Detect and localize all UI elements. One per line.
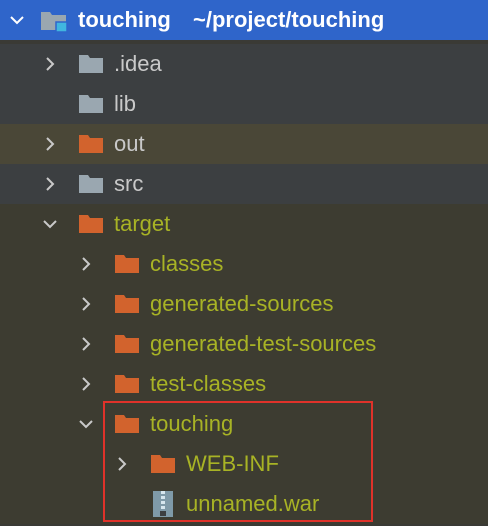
tree-item-label: unnamed.war bbox=[186, 491, 320, 516]
project-name: touching bbox=[78, 7, 171, 32]
project-tree: touching ~/project/touching .idea lib ou… bbox=[0, 0, 488, 526]
tree-row-lib[interactable]: lib bbox=[0, 84, 488, 124]
folder-icon bbox=[78, 94, 104, 114]
excluded-folder-icon bbox=[114, 294, 140, 314]
tree-row-generated-test-sources[interactable]: generated-test-sources bbox=[0, 324, 488, 364]
module-folder-icon bbox=[40, 9, 70, 33]
tree-row-touching[interactable]: touching bbox=[0, 404, 488, 444]
tree-item-label: generated-test-sources bbox=[150, 331, 377, 356]
tree-row-unnamed-war[interactable]: unnamed.war bbox=[0, 484, 488, 524]
chevron-right-icon[interactable] bbox=[114, 456, 130, 472]
project-path: ~/project/touching bbox=[193, 7, 385, 32]
tree-row-src[interactable]: src bbox=[0, 164, 488, 204]
tree-item-label: WEB-INF bbox=[186, 451, 279, 476]
tree-row-test-classes[interactable]: test-classes bbox=[0, 364, 488, 404]
tree-item-label: .idea bbox=[114, 51, 162, 76]
chevron-right-icon[interactable] bbox=[42, 176, 58, 192]
chevron-right-icon[interactable] bbox=[42, 56, 58, 72]
chevron-right-icon[interactable] bbox=[78, 336, 94, 352]
tree-row-classes[interactable]: classes bbox=[0, 244, 488, 284]
chevron-right-icon[interactable] bbox=[42, 136, 58, 152]
tree-row-idea[interactable]: .idea bbox=[0, 44, 488, 84]
tree-item-label: generated-sources bbox=[150, 291, 334, 316]
chevron-down-icon[interactable] bbox=[9, 12, 25, 28]
tree-row-generated-sources[interactable]: generated-sources bbox=[0, 284, 488, 324]
excluded-folder-icon bbox=[150, 454, 176, 474]
tree-item-label: out bbox=[114, 131, 145, 156]
tree-item-label: target bbox=[114, 211, 171, 236]
tree-item-label: classes bbox=[150, 251, 224, 276]
excluded-folder-icon bbox=[114, 254, 140, 274]
chevron-right-icon[interactable] bbox=[78, 296, 94, 312]
excluded-folder-icon bbox=[114, 374, 140, 394]
tree-item-label: test-classes bbox=[150, 371, 267, 396]
excluded-folder-icon bbox=[78, 214, 104, 234]
tree-row-out[interactable]: out bbox=[0, 124, 488, 164]
tree-row-project-root[interactable]: touching ~/project/touching bbox=[0, 0, 488, 40]
tree-item-label: lib bbox=[114, 91, 137, 116]
chevron-right-icon[interactable] bbox=[78, 376, 94, 392]
excluded-folder-icon bbox=[114, 334, 140, 354]
excluded-folder-icon bbox=[114, 414, 140, 434]
tree-item-label: touching bbox=[150, 411, 234, 436]
tree-row-target[interactable]: target bbox=[0, 204, 488, 244]
chevron-down-icon[interactable] bbox=[78, 416, 94, 432]
tree-item-label: src bbox=[114, 171, 144, 196]
chevron-down-icon[interactable] bbox=[42, 216, 58, 232]
folder-icon bbox=[78, 54, 104, 74]
tree-row-web-inf[interactable]: WEB-INF bbox=[0, 444, 488, 484]
chevron-right-icon[interactable] bbox=[78, 256, 94, 272]
folder-icon bbox=[78, 174, 104, 194]
archive-file-icon bbox=[152, 490, 174, 518]
excluded-folder-icon bbox=[78, 134, 104, 154]
